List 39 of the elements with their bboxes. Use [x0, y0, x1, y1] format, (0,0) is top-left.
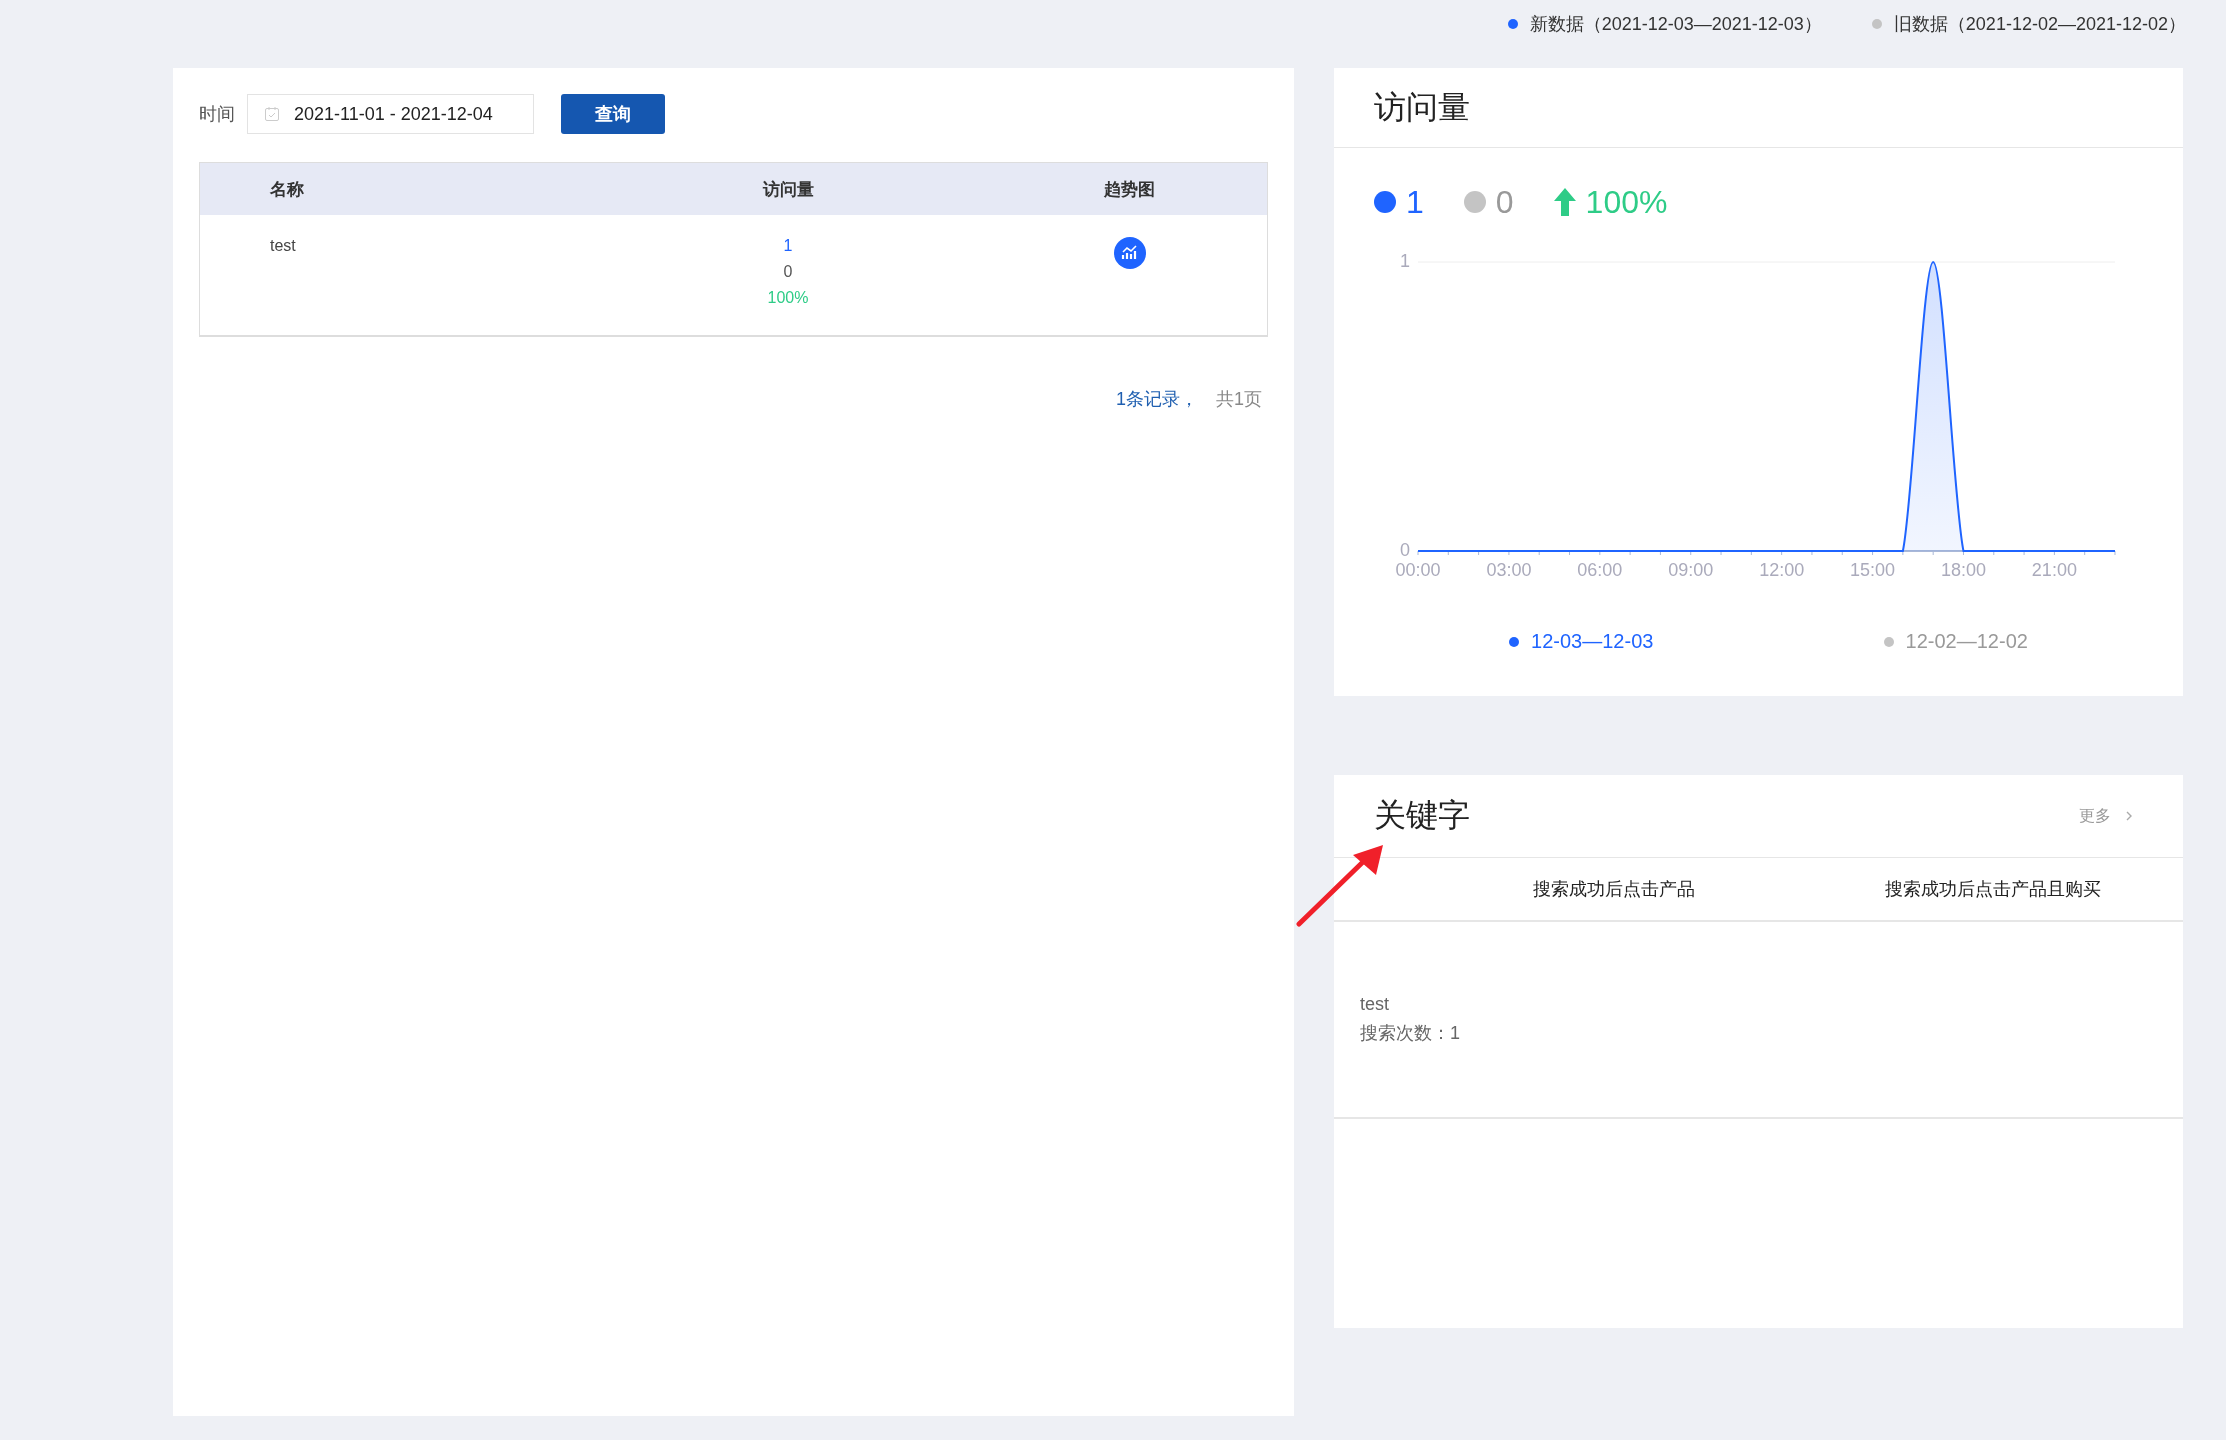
x-tick-label: 09:00	[1668, 560, 1714, 580]
legend-label[interactable]: 12-03—12-03	[1531, 630, 1654, 653]
y-tick-label: 1	[1400, 251, 1410, 271]
more-link[interactable]: 更多	[2079, 805, 2133, 827]
table-cell-text: test	[269, 237, 297, 255]
stat-value: 100%	[1585, 183, 1668, 221]
card-title: 访问量	[1374, 87, 1470, 127]
keyword: test	[1360, 994, 1390, 1015]
column-header: 搜索成功后点击产品且购买	[1885, 878, 2102, 901]
visit-change: 100%	[767, 289, 809, 307]
column-header: 访问量	[762, 178, 814, 201]
x-tick-label: 06:00	[1577, 560, 1623, 580]
x-tick-label: 00:00	[1395, 560, 1441, 580]
card-title: 关键字	[1374, 796, 1470, 835]
record-count: 1条记录，	[1115, 388, 1198, 411]
search-count: 搜索次数：1	[1360, 1022, 1461, 1045]
date-range-field[interactable]: 2021-11-01 - 2021-12-04	[247, 94, 534, 134]
x-tick-label: 03:00	[1486, 560, 1532, 580]
column-header: 搜索成功后点击产品	[1532, 878, 1695, 901]
stat-value: 1	[1406, 183, 1424, 221]
legend-label[interactable]: 12-02—12-02	[1905, 630, 2028, 653]
x-tick-label: 12:00	[1759, 560, 1805, 580]
x-tick-label: 15:00	[1850, 560, 1896, 580]
column-header: 名称	[269, 178, 305, 201]
legend-label: 新数据（2021-12-03—2021-12-03）	[1529, 13, 1822, 36]
new-visits: 1	[783, 237, 793, 255]
y-tick-label: 0	[1400, 540, 1410, 560]
trend-chart-icon[interactable]	[1113, 237, 1146, 269]
query-button[interactable]: 查询	[561, 94, 665, 134]
time-label: 时间	[199, 103, 235, 126]
legend-label: 旧数据（2021-12-02—2021-12-02）	[1893, 13, 2186, 36]
page-count: 共1页	[1216, 388, 1262, 411]
column-header: 趋势图	[1103, 178, 1155, 201]
calendar-icon	[264, 106, 280, 122]
x-tick-label: 21:00	[2031, 560, 2077, 580]
x-tick-label: 18:00	[1940, 560, 1986, 580]
chevron-right-icon	[2125, 810, 2133, 822]
stat-value: 0	[1495, 183, 1514, 221]
old-visits: 0	[783, 263, 793, 281]
